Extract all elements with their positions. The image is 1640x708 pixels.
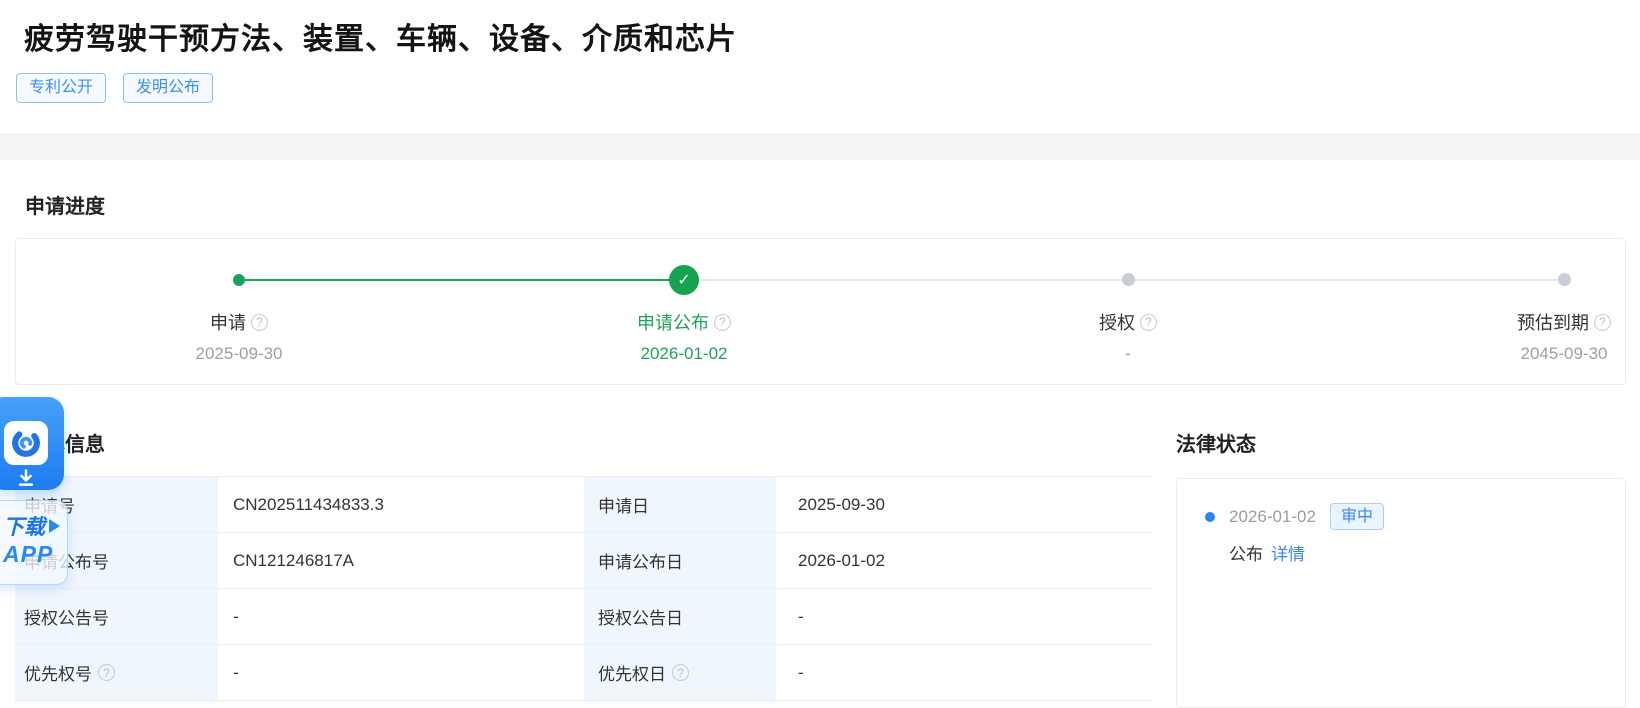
download-label: 下载	[3, 511, 45, 541]
page-title: 疲劳驾驶干预方法、装置、车辆、设备、介质和芯片	[24, 14, 737, 58]
info-value: 2026-01-02	[776, 533, 1152, 589]
app-label: APP	[3, 541, 67, 568]
legal-detail-link[interactable]: 详情	[1271, 545, 1305, 564]
tag-row: 专利公开 发明公布	[16, 73, 213, 103]
step-dot-done	[233, 274, 245, 286]
timeline-line-done	[239, 279, 684, 281]
info-value: -	[776, 645, 1152, 701]
question-mark-icon[interactable]: ?	[672, 664, 689, 681]
legal-status-item: 2026-01-02 审中	[1205, 503, 1625, 530]
info-label: 申请公布日	[584, 533, 776, 589]
legal-status-panel: 2026-01-02 审中 公布详情	[1176, 478, 1626, 708]
progress-heading: 申请进度	[25, 190, 105, 219]
legal-action: 公布	[1229, 545, 1263, 564]
timeline-step-publication: 申请公布? 2026-01-02	[574, 309, 794, 364]
step-date: -	[1018, 344, 1238, 364]
timeline-step-expiry: 预估到期? 2045-09-30	[1454, 309, 1640, 364]
step-label: 授权	[1099, 309, 1135, 335]
section-separator	[0, 133, 1640, 160]
download-arrow-icon	[16, 468, 36, 488]
play-triangle-icon	[49, 519, 60, 533]
question-mark-icon[interactable]: ?	[1594, 314, 1611, 331]
info-value: -	[218, 645, 584, 701]
legal-date: 2026-01-02	[1229, 507, 1316, 527]
question-mark-icon[interactable]: ?	[251, 314, 268, 331]
question-mark-icon[interactable]: ?	[1140, 314, 1157, 331]
info-label: 优先权日?	[584, 645, 776, 701]
tag-patent-public: 专利公开	[16, 73, 106, 103]
info-value: CN121246817A	[218, 533, 584, 589]
check-icon: ✓	[669, 265, 699, 295]
progress-timeline-panel: ✓ 申请? 2025-09-30 申请公布? 2026-01-02 授权? - …	[15, 238, 1626, 385]
bullet-dot-icon	[1205, 512, 1215, 522]
tianyancha-logo-icon	[4, 421, 48, 465]
info-value: 2025-09-30	[776, 477, 1152, 533]
info-label: 授权公告日	[584, 589, 776, 645]
step-label: 申请	[210, 309, 246, 335]
question-mark-icon[interactable]: ?	[98, 664, 115, 681]
info-label: 优先权号?	[15, 645, 218, 701]
info-value: -	[776, 589, 1152, 645]
legal-action-row: 公布详情	[1229, 540, 1625, 565]
timeline-step-application: 申请? 2025-09-30	[129, 309, 349, 364]
step-dot-pending	[1122, 273, 1135, 286]
status-badge: 审中	[1330, 503, 1384, 530]
info-label: 申请日	[584, 477, 776, 533]
tag-invention-publication: 发明公布	[123, 73, 213, 103]
step-dot-pending	[1558, 273, 1571, 286]
legal-status-heading: 法律状态	[1176, 428, 1256, 457]
question-mark-icon[interactable]: ?	[714, 314, 731, 331]
info-label: 授权公告号	[15, 589, 218, 645]
step-date: 2025-09-30	[129, 344, 349, 364]
step-label: 申请公布	[637, 309, 709, 335]
app-tile[interactable]	[0, 397, 64, 490]
step-label: 预估到期	[1517, 309, 1589, 335]
app-download-badge[interactable]: 下载 APP	[0, 397, 64, 585]
info-value: -	[218, 589, 584, 645]
timeline-step-grant: 授权? -	[1018, 309, 1238, 364]
download-app-card[interactable]: 下载 APP	[0, 500, 68, 585]
step-date: 2045-09-30	[1454, 344, 1640, 364]
basic-info-table: 申请号 CN202511434833.3 申请日 2025-09-30 申请公布…	[15, 476, 1152, 701]
step-date: 2026-01-02	[574, 344, 794, 364]
info-value: CN202511434833.3	[218, 477, 584, 533]
